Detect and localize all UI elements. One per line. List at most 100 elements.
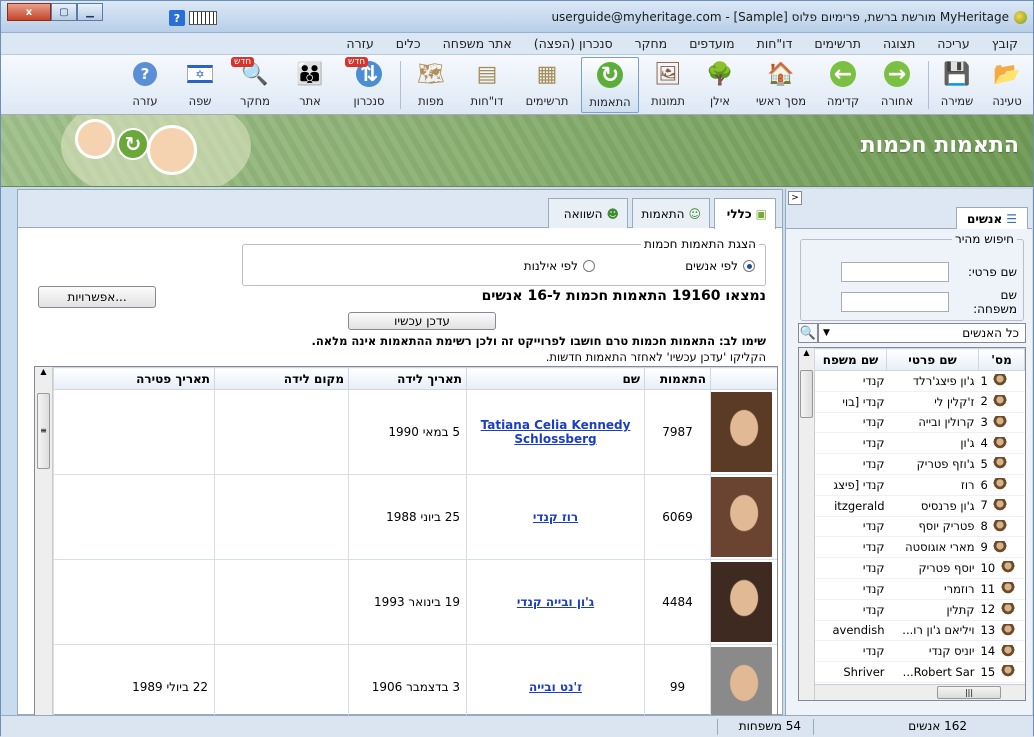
col-death-date[interactable]: תאריך פטירה xyxy=(53,367,215,390)
search-icon[interactable]: 🔍 xyxy=(798,323,818,343)
list-item[interactable]: 1 ג'ון פיצג'רלד קנדי xyxy=(814,370,1025,392)
help-icon[interactable]: ? xyxy=(169,10,185,26)
last-name-input[interactable] xyxy=(841,292,949,312)
radio-by-people[interactable]: לפי אנשים xyxy=(685,259,755,273)
horizontal-scrollbar[interactable]: ||| xyxy=(815,684,1025,700)
tab-matches[interactable]: ☺ התאמות xyxy=(632,198,710,228)
back-button[interactable]: → אחורה xyxy=(873,57,921,113)
forward-button[interactable]: ← קדימה xyxy=(819,57,867,113)
close-button[interactable]: x xyxy=(7,3,51,21)
list-item[interactable]: 8 פטריק יוסף קנדי xyxy=(814,516,1025,538)
reports-button[interactable]: ▤ דו"חות xyxy=(463,57,511,113)
death-date: 22 ביולי 1989 xyxy=(53,644,215,715)
col-name[interactable]: שם xyxy=(466,367,645,390)
menu-view[interactable]: תצוגה xyxy=(872,36,926,51)
first-name-input[interactable] xyxy=(841,262,949,282)
list-item[interactable]: 13 ויליאם ג'ון רו... avendish xyxy=(814,620,1025,642)
table-row[interactable]: 6069 רוז קנדי 25 ביוני 1988 xyxy=(53,474,777,560)
person-icon xyxy=(993,519,1008,534)
menu-research[interactable]: מחקר xyxy=(624,36,679,51)
first-name: קתלין xyxy=(886,599,979,621)
menu-charts[interactable]: תרשימים xyxy=(803,36,872,51)
scroll-up-icon[interactable]: ▲ xyxy=(799,348,814,357)
list-item[interactable]: 3 קרולין ובייה קנדי xyxy=(814,412,1025,434)
people-filter-dropdown[interactable]: כל האנשים ▼ xyxy=(818,323,1026,343)
list-item[interactable]: 15 Robert Sar... Shriver xyxy=(814,661,1025,683)
tab-compare[interactable]: ☻ השוואה xyxy=(548,198,628,228)
scroll-thumb[interactable]: ||| xyxy=(937,686,1001,699)
minimize-button[interactable]: ▁ xyxy=(77,3,103,21)
maps-button[interactable]: 🗺 מפות xyxy=(407,57,455,113)
menu-help[interactable]: עזרה xyxy=(335,36,384,51)
save-button[interactable]: 💾 שמירה xyxy=(933,57,981,113)
menu-edit[interactable]: עריכה xyxy=(926,36,980,51)
col-first-name[interactable]: שם פרטי xyxy=(886,348,979,371)
person-icon xyxy=(1000,665,1015,680)
list-item[interactable]: 4 ג'ון קנדי xyxy=(814,432,1025,455)
last-name: קנדי [פיצג xyxy=(814,474,887,496)
list-item[interactable]: 11 רוזמרי קנדי xyxy=(814,578,1025,600)
report-icon: ▤ xyxy=(476,61,498,87)
tab-general[interactable]: ▣ כללי xyxy=(714,198,776,229)
col-photo[interactable] xyxy=(710,367,777,390)
person-name-link[interactable]: Tatiana Celia Kennedy Schlossberg xyxy=(481,418,631,446)
language-button[interactable]: ✡ שפה xyxy=(177,57,223,113)
site-button[interactable]: 👪 אתר xyxy=(285,57,335,113)
vertical-scrollbar[interactable]: ▲ xyxy=(799,348,815,700)
list-item[interactable]: 14 יוניס קנדי קנדי xyxy=(814,640,1025,663)
person-name-link[interactable]: רוז קנדי xyxy=(533,510,578,524)
first-name: יוסף פטריק xyxy=(886,557,979,579)
list-item[interactable]: 7 ג'ון פרנסיס itzgerald xyxy=(814,495,1025,517)
menu-tools[interactable]: כלים xyxy=(385,36,432,51)
charts-button[interactable]: ▦ תרשימים xyxy=(517,57,577,113)
last-name: קנדי xyxy=(814,578,887,600)
open-button[interactable]: 📂 טעינה xyxy=(983,57,1031,113)
home-button[interactable]: 🏠 מסך ראשי xyxy=(751,57,811,113)
scroll-thumb[interactable] xyxy=(800,370,813,418)
sync-button[interactable]: חדש ⇅ סנכרון xyxy=(343,57,395,113)
col-last-name[interactable]: שם משפח xyxy=(814,348,887,371)
list-item[interactable]: 5 ג'וזף פטריק קנדי xyxy=(814,453,1025,475)
death-date xyxy=(53,559,215,645)
keyboard-icon[interactable] xyxy=(189,11,217,25)
list-item[interactable]: 2 ז'קלין לי קנדי [בוי xyxy=(814,391,1025,413)
help-button[interactable]: ? עזרה xyxy=(119,57,171,113)
menu-favorites[interactable]: מועדפים xyxy=(678,36,745,51)
col-matches[interactable]: התאמות xyxy=(644,367,711,390)
list-item[interactable]: 12 קתלין קנדי xyxy=(814,599,1025,621)
col-id[interactable]: מס' xyxy=(978,348,1025,371)
death-date xyxy=(53,389,215,475)
col-birth-date[interactable]: תאריך לידה xyxy=(348,367,467,390)
person-name-link[interactable]: ג'ון ובייה קנדי xyxy=(517,595,594,609)
list-item[interactable]: 10 יוסף פטריק קנדי xyxy=(814,557,1025,579)
menu-family-site[interactable]: אתר משפחה xyxy=(432,36,523,51)
tree-button[interactable]: 🌳 אילן xyxy=(697,57,743,113)
tab-people[interactable]: ☰ אנשים xyxy=(956,207,1028,229)
menu-sync[interactable]: סנכרון (הפצה) xyxy=(523,36,624,51)
list-item[interactable]: 6 רוז קנדי [פיצג xyxy=(814,474,1025,496)
last-name: קנדי xyxy=(814,432,887,455)
photos-button[interactable]: 🖼 תמונות xyxy=(643,57,693,113)
maximize-button[interactable]: ▢ xyxy=(51,3,77,21)
menu-reports[interactable]: דו"חות xyxy=(746,36,804,51)
radio-by-trees[interactable]: לפי אילנות xyxy=(524,259,595,273)
last-name: קנדי xyxy=(814,453,887,475)
col-birth-place[interactable]: מקום לידה xyxy=(214,367,349,390)
research-button[interactable]: חדש 🔍 מחקר xyxy=(229,57,281,113)
table-row[interactable]: 99 ז'נט ובייה 3 בדצמבר 1906 22 ביולי 1989 xyxy=(53,644,777,715)
options-button[interactable]: אפשרויות... xyxy=(38,286,156,308)
menu-file[interactable]: קובץ xyxy=(981,36,1029,51)
first-name: רוז xyxy=(886,474,979,496)
table-row[interactable]: 4484 ג'ון ובייה קנדי 19 בינואר 1993 xyxy=(53,559,777,645)
matches-button[interactable]: ↻ התאמות xyxy=(581,57,639,113)
scroll-up-icon[interactable]: ▲ xyxy=(35,367,52,376)
vertical-scrollbar[interactable]: ▲ ≡ xyxy=(35,367,53,715)
save-icon: 💾 xyxy=(943,61,971,87)
update-now-button[interactable]: עדכן עכשיו xyxy=(348,312,496,330)
scroll-thumb[interactable]: ≡ xyxy=(37,393,50,469)
person-name-link[interactable]: ז'נט ובייה xyxy=(529,680,582,694)
table-row[interactable]: 7987 Tatiana Celia Kennedy Schlossberg 5 ב… xyxy=(53,389,777,475)
list-item[interactable]: 9 מארי אוגוסטה קנדי xyxy=(814,536,1025,559)
collapse-panel-icon[interactable]: > xyxy=(788,191,802,205)
person-icon xyxy=(1000,602,1015,617)
